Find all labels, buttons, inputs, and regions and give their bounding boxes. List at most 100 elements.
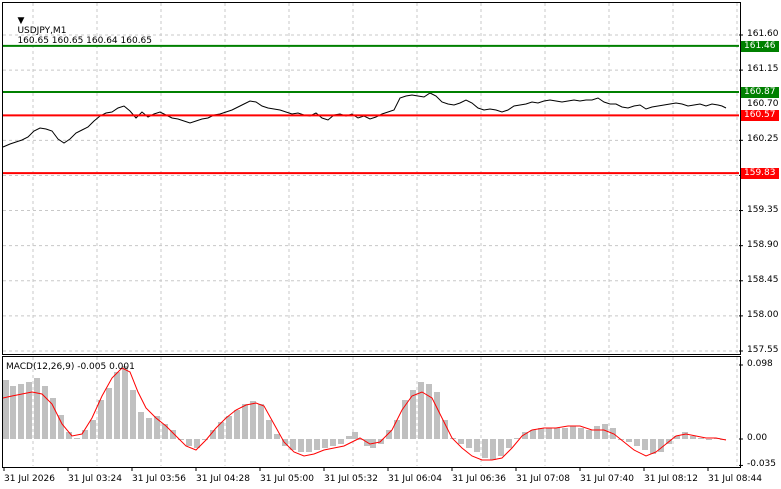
macd-histogram-bar — [498, 439, 504, 456]
macd-tick-label: 0.098 — [747, 359, 773, 369]
macd-histogram-bar — [82, 430, 88, 439]
chart-canvas — [2, 3, 743, 471]
macd-tick-label: -0.035 — [747, 459, 777, 470]
time-tick-label: 31 Jul 07:08 — [516, 474, 570, 484]
macd-header: MACD(12,26,9) -0.005 0.001 — [6, 362, 135, 372]
ohlc-values: 160.65 160.65 160.64 160.65 — [17, 36, 153, 46]
macd-histogram-bar — [154, 416, 160, 439]
macd-histogram-bar — [434, 392, 440, 439]
time-tick-label: 31 Jul 05:32 — [324, 474, 378, 484]
time-tick-label: 31 Jul 06:36 — [452, 474, 506, 484]
macd-histogram-bar — [330, 439, 336, 446]
macd-histogram-bar — [338, 439, 344, 444]
macd-histogram-bar — [250, 401, 256, 439]
time-tick-label: 31 Jul 06:04 — [388, 474, 442, 484]
time-tick-label: 31 Jul 08:12 — [644, 474, 698, 484]
macd-histogram-bar — [586, 430, 592, 439]
macd-histogram-bar — [130, 390, 136, 439]
level-price-tag: 160.87 — [741, 86, 779, 98]
symbol-header: ▼ USDJPY,M1 160.65 160.65 160.64 160.65 — [6, 6, 152, 56]
macd-histogram-bar — [90, 420, 96, 439]
macd-histogram-bar — [3, 380, 9, 439]
price-tick-label: 158.90 — [747, 239, 779, 250]
price-tick-label: 161.60 — [747, 29, 779, 39]
macd-histogram-bar — [234, 410, 240, 439]
macd-histogram-bar — [546, 428, 552, 439]
macd-histogram-bar — [298, 439, 304, 452]
time-tick-label: 31 Jul 08:44 — [708, 474, 762, 484]
time-tick-label: 31 Jul 2026 — [4, 474, 55, 484]
macd-histogram-bar — [42, 386, 48, 439]
macd-histogram-bar — [226, 416, 232, 439]
level-price-tag: 159.83 — [741, 168, 779, 180]
time-tick-label: 31 Jul 03:56 — [132, 474, 186, 484]
macd-histogram-bar — [346, 436, 352, 439]
macd-histogram-bar — [98, 400, 104, 439]
macd-histogram-bar — [186, 439, 192, 446]
macd-histogram-bar — [322, 439, 328, 448]
time-tick-label: 31 Jul 04:28 — [196, 474, 250, 484]
macd-histogram-bar — [554, 428, 560, 439]
macd-histogram-bar — [650, 439, 656, 454]
macd-histogram-bar — [306, 439, 312, 452]
price-tick-label: 159.35 — [747, 204, 779, 215]
macd-histogram-bar — [10, 386, 16, 439]
macd-histogram-bar — [162, 424, 168, 439]
macd-histogram-bar — [146, 418, 152, 439]
price-tick-label: 158.45 — [747, 274, 779, 285]
level-price-tag: 161.46 — [741, 40, 779, 52]
price-tick-label: 160.70 — [747, 99, 779, 110]
macd-histogram-bar — [570, 426, 576, 439]
time-tick-label: 31 Jul 03:24 — [68, 474, 122, 484]
macd-histogram-bar — [626, 439, 632, 442]
level-price-tag: 160.57 — [741, 110, 779, 122]
macd-histogram-bar — [698, 438, 704, 439]
price-tick-label: 158.00 — [747, 309, 779, 320]
macd-histogram-bar — [474, 439, 480, 452]
macd-histogram-bar — [274, 434, 280, 439]
macd-histogram-bar — [314, 439, 320, 450]
macd-histogram-bar — [418, 382, 424, 439]
macd-tick-label: 0.00 — [747, 433, 768, 443]
macd-histogram-bar — [74, 438, 80, 439]
price-tick-label: 161.15 — [747, 64, 779, 75]
macd-histogram-bar — [352, 432, 358, 439]
macd-histogram-bar — [466, 439, 472, 448]
macd-histogram-bar — [458, 439, 464, 444]
price-tick-label: 160.25 — [747, 134, 779, 145]
macd-histogram-bar — [50, 398, 56, 439]
macd-histogram-bar — [106, 388, 112, 439]
time-tick-label: 31 Jul 05:00 — [260, 474, 314, 484]
macd-histogram-bar — [506, 439, 512, 448]
macd-histogram-bar — [34, 378, 40, 439]
macd-histogram-bar — [578, 428, 584, 439]
macd-histogram-bar — [482, 439, 488, 458]
macd-histogram-bar — [258, 404, 264, 439]
macd-histogram-bar — [26, 382, 32, 439]
macd-histogram-bar — [242, 404, 248, 439]
symbol-name: USDJPY,M1 — [17, 26, 67, 36]
macd-histogram-bar — [562, 428, 568, 439]
macd-histogram-bar — [394, 420, 400, 439]
macd-histogram-bar — [538, 428, 544, 439]
price-line — [2, 92, 727, 148]
macd-histogram-bar — [690, 436, 696, 439]
macd-histogram-bar — [530, 430, 536, 439]
macd-histogram-bar — [138, 412, 144, 439]
macd-histogram-bar — [634, 439, 640, 446]
macd-histogram-bar — [442, 420, 448, 439]
macd-histogram-bar — [18, 384, 24, 439]
macd-histogram-bar — [642, 439, 648, 450]
macd-histogram-bar — [122, 366, 128, 439]
macd-histogram-bar — [266, 420, 272, 439]
dropdown-triangle-icon[interactable]: ▼ — [17, 16, 24, 26]
price-tick-label: 157.55 — [747, 345, 779, 355]
macd-histogram-bar — [706, 439, 712, 440]
chart-window: ▼ USDJPY,M1 160.65 160.65 160.64 160.65 … — [0, 0, 781, 489]
macd-histogram-bar — [594, 426, 600, 439]
macd-histogram-bar — [426, 384, 432, 439]
macd-histogram-bar — [490, 439, 496, 460]
macd-histogram-bar — [114, 372, 120, 439]
time-tick-label: 31 Jul 07:40 — [580, 474, 634, 484]
macd-histogram-bar — [682, 432, 688, 439]
